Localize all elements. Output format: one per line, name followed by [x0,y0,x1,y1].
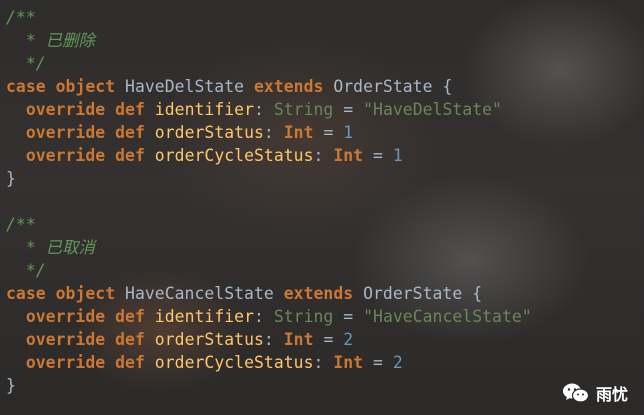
code-token: case [6,77,46,96]
code-token: 2 [392,353,403,372]
code-token: def [115,307,145,326]
code-line: case object HaveCancelState extends Orde… [6,282,532,305]
code-token: orderCycleStatus [144,353,314,372]
code-line: */ [6,52,532,75]
code-line: override def identifier: String = "HaveC… [6,305,532,328]
code-token: Int [333,353,364,372]
code-line: * 已取消 [6,236,532,259]
code-token: override [25,146,106,165]
code-token: extends [283,284,354,303]
code-token: */ [6,261,46,280]
code-token: override [25,100,106,119]
code-line: } [6,374,532,397]
code-line: * 已删除 [6,29,532,52]
code-token: override [25,330,106,349]
code-token: = [363,146,393,165]
code-token: override [25,307,106,326]
code-token: HaveDelState [115,77,254,96]
code-token: Int [333,146,364,165]
code-token: def [115,123,145,142]
code-token: = [313,123,344,142]
code-token: override [25,353,106,372]
code-token: = [333,100,364,119]
code-token: orderStatus [144,123,264,142]
code-token: = [363,353,393,372]
code-token: def [115,146,145,165]
code-token: /** [6,215,36,234]
code-token: object [55,77,116,96]
code-token: case [6,284,46,303]
code-token: object [55,284,116,303]
code-token: String [273,100,334,119]
code-block: /** * 已删除 */ case object HaveDelState ext… [6,6,532,397]
code-token: def [115,353,145,372]
code-token: "HaveDelState" [363,100,502,119]
code-line: override def identifier: String = "HaveD… [6,98,532,121]
code-token: orderCycleStatus [144,146,314,165]
code-token: = [333,307,364,326]
code-token: /** [6,8,36,27]
code-token: */ [6,54,46,73]
code-line: override def orderStatus: Int = 2 [6,328,532,351]
code-token: : [263,123,284,142]
code-token: String [273,307,334,326]
code-token: OrderState { [353,284,483,303]
code-token: 1 [392,146,403,165]
code-token: def [115,330,145,349]
code-token: : [254,100,274,119]
code-token: identifier [144,307,254,326]
code-line: case object HaveDelState extends OrderSt… [6,75,532,98]
code-token: : [263,330,284,349]
code-token: : [313,353,334,372]
code-line: } [6,167,532,190]
watermark-label: 雨忧 [595,387,628,404]
code-token: : [313,146,334,165]
code-token: } [6,169,16,188]
code-token: 1 [343,123,354,142]
code-token: 2 [343,330,354,349]
code-token: * 已取消 [6,238,95,257]
code-token: Int [283,330,314,349]
code-line: /** [6,6,532,29]
code-line: override def orderCycleStatus: Int = 1 [6,144,532,167]
watermark: 雨忧 [562,381,628,405]
code-token: HaveCancelState [115,284,284,303]
code-token: extends [253,77,324,96]
code-line: override def orderCycleStatus: Int = 2 [6,351,532,374]
code-token: } [6,376,16,395]
code-line: /** [6,213,532,236]
code-line: override def orderStatus: Int = 1 [6,121,532,144]
code-token: Int [283,123,314,142]
code-token: "HaveCancelState" [363,307,532,326]
code-token: OrderState { [323,77,453,96]
code-token: override [25,123,106,142]
code-token: : [254,307,274,326]
code-token: = [313,330,344,349]
code-token: identifier [144,100,254,119]
code-token: * 已删除 [6,31,95,50]
code-token: orderStatus [144,330,264,349]
code-token: def [115,100,145,119]
wechat-icon [562,382,590,404]
code-line: */ [6,259,532,282]
